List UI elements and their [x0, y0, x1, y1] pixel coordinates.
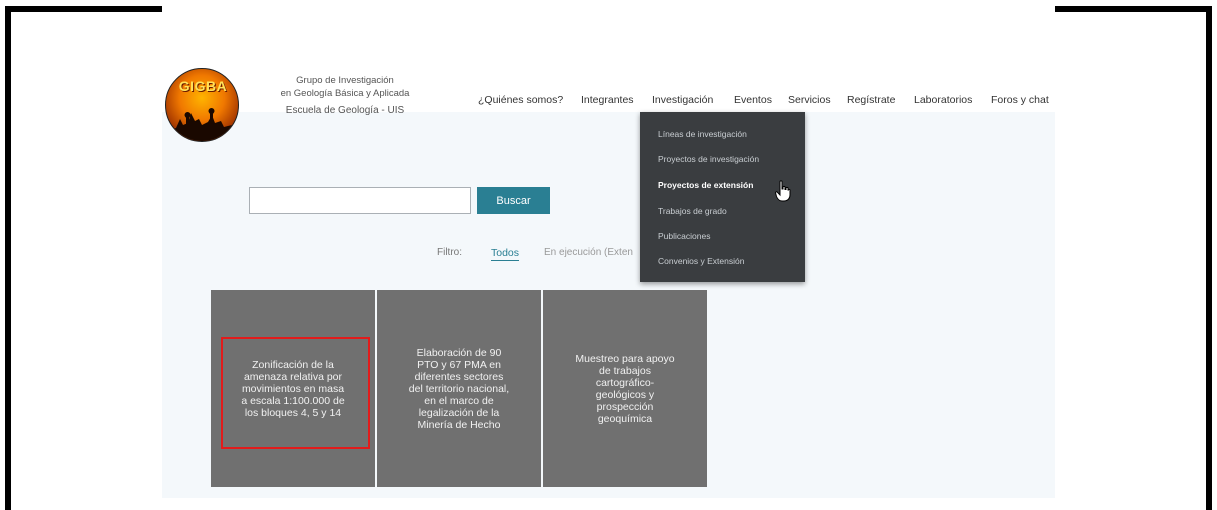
org-line-3: Escuela de Geología - UIS [285, 105, 405, 116]
dropdown-item-publicaciones[interactable]: Publicaciones [658, 231, 710, 241]
nav-quienes-somos[interactable]: ¿Quiénes somos? [478, 94, 563, 106]
search-input[interactable] [249, 187, 471, 214]
nav-servicios[interactable]: Servicios [788, 94, 831, 106]
project-card-title: Muestreo para apoyo de trabajos cartográ… [575, 352, 675, 425]
filter-in-progress-link[interactable]: En ejecución (Exten [544, 247, 633, 258]
logo-text: GIGBA [178, 78, 228, 94]
filter-all-link[interactable]: Todos [491, 247, 520, 261]
dropdown-item-trabajos-grado[interactable]: Trabajos de grado [658, 206, 727, 216]
nav-foros-y-chat[interactable]: Foros y chat [991, 94, 1049, 106]
nav-integrantes[interactable]: Integrantes [581, 94, 634, 106]
logo-silhouette-icon [166, 108, 238, 141]
nav-registrate[interactable]: Regístrate [847, 94, 895, 106]
org-line-2: en Geología Básica y Aplicada [280, 88, 410, 99]
org-line-1: Grupo de Investigación [296, 75, 394, 86]
project-card-title: Elaboración de 90 PTO y 67 PMA en difere… [408, 346, 510, 431]
nav-eventos[interactable]: Eventos [734, 94, 772, 106]
project-card[interactable]: Muestreo para apoyo de trabajos cartográ… [543, 290, 707, 487]
project-card[interactable]: Zonificación de la amenaza relativa por … [211, 290, 375, 487]
dropdown-item-lineas[interactable]: Líneas de investigación [658, 129, 747, 139]
red-highlight-box [221, 337, 370, 449]
search-button[interactable]: Buscar [477, 187, 550, 214]
org-description: Grupo de Investigación en Geología Básic… [270, 74, 420, 117]
nav-laboratorios[interactable]: Laboratorios [914, 94, 972, 106]
project-card[interactable]: Elaboración de 90 PTO y 67 PMA en difere… [377, 290, 541, 487]
dropdown-item-proyectos-investigacion[interactable]: Proyectos de investigación [658, 154, 759, 164]
nav-investigacion[interactable]: Investigación [652, 94, 713, 106]
filter-label: Filtro: [437, 247, 462, 258]
gigba-logo[interactable]: GIGBA [165, 68, 239, 142]
hand-pointer-icon [775, 180, 791, 202]
dropdown-item-proyectos-extension[interactable]: Proyectos de extensión [658, 180, 753, 190]
dropdown-item-convenios[interactable]: Convenios y Extensión [658, 256, 744, 266]
